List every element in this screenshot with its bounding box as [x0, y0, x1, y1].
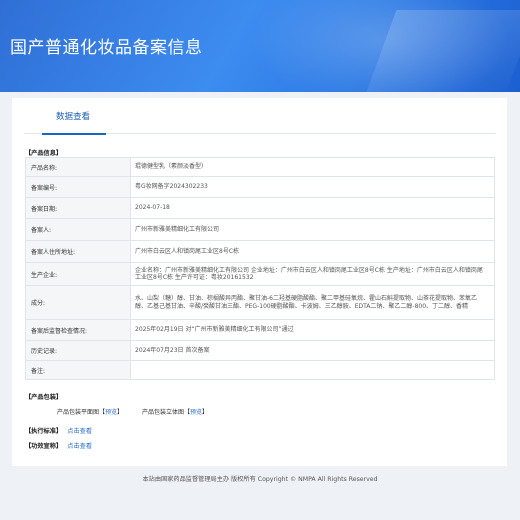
- table-row: 成分: 水、山梨（糖）醇、甘油、棕榈酸异丙酯、聚甘油-6二羟基硬脂酸酯、聚二甲基…: [25, 285, 495, 320]
- row-value: 2025年02月19日 对“广州市新雅美精细化工有限公司”通过: [130, 319, 495, 341]
- packaging-flat-preview-link[interactable]: 预览: [105, 409, 117, 416]
- footer-copyright: 本站由国家药品监督管理局主办 版权所有 Copyright © NMPA All…: [142, 476, 378, 483]
- tab-bar: 数据查看: [24, 110, 496, 135]
- table-row: 历史记录: 2024年07月23日 首次备案: [25, 340, 495, 361]
- table-row: 备案后监督检查情况: 2025年02月19日 对“广州市新雅美精细化工有限公司”…: [25, 319, 495, 341]
- table-row: 产品名称: 琨德健型乳（素颜淡香型）: [25, 157, 495, 177]
- row-value: 2024年07月23日 首次备案: [130, 340, 495, 361]
- row-key: 产品名称:: [25, 157, 131, 177]
- section-title-efficacy: 【功效宣称】: [25, 443, 63, 450]
- efficacy-view-link[interactable]: 点击查看: [67, 443, 92, 450]
- table-row: 备案日期: 2024-07-18: [25, 197, 495, 219]
- row-key: 历史记录:: [25, 340, 131, 361]
- table-row: 备注:: [25, 360, 495, 380]
- row-key: 备案日期:: [25, 197, 131, 219]
- standard-view-link[interactable]: 点击查看: [67, 428, 92, 435]
- content-card: 数据查看 【产品信息】 产品名称: 琨德健型乳（素颜淡香型） 备案编号: 粤G妆…: [12, 98, 507, 466]
- row-value: 水、山梨（糖）醇、甘油、棕榈酸异丙酯、聚甘油-6二羟基硬脂酸酯、聚二甲基硅氧烷、…: [130, 285, 495, 320]
- section-title-standard: 【执行标准】: [25, 428, 63, 435]
- row-value: [130, 360, 495, 380]
- row-value: 企业名称：广州市新雅美精细化工有限公司 企业地址：广州市白云区人和镇岗尾工业区8…: [130, 262, 495, 286]
- row-key: 备案后监督检查情况:: [25, 319, 131, 341]
- packaging-solid-label: 产品包装立体图: [142, 409, 185, 416]
- row-value: 广州市白云区人和镇岗尾工业区8号C栋: [130, 240, 495, 263]
- row-key: 成分:: [25, 285, 131, 320]
- row-key: 备案编号:: [25, 176, 131, 198]
- product-info-table: 产品名称: 琨德健型乳（素颜淡香型） 备案编号: 粤G妆网备字202430223…: [25, 157, 495, 380]
- section-standard: 【执行标准】 点击查看: [25, 426, 92, 435]
- table-row: 备案人: 广州市新雅美精细化工有限公司: [25, 218, 495, 241]
- row-key: 备案人:: [25, 218, 131, 241]
- table-row: 备案人住所地址: 广州市白云区人和镇岗尾工业区8号C栋: [25, 240, 495, 263]
- row-value: 琨德健型乳（素颜淡香型）: [130, 157, 495, 177]
- packaging-solid-item: 产品包装立体图【预览】: [142, 409, 209, 416]
- header-banner: 国产普通化妆品备案信息: [0, 0, 520, 92]
- packaging-flat-label: 产品包装平面图: [57, 409, 100, 416]
- tab-data-view[interactable]: 数据查看: [42, 110, 106, 135]
- packaging-solid-preview-link[interactable]: 预览: [190, 409, 202, 416]
- packaging-flat-item: 产品包装平面图【预览】: [57, 409, 124, 416]
- page-title: 国产普通化妆品备案信息: [10, 38, 203, 58]
- table-row: 生产企业: 企业名称：广州市新雅美精细化工有限公司 企业地址：广州市白云区人和镇…: [25, 262, 495, 286]
- row-key: 备案人住所地址:: [25, 240, 131, 263]
- section-title-product-info: 【产品信息】: [25, 150, 63, 157]
- table-row: 备案编号: 粤G妆网备字2024302233: [25, 176, 495, 198]
- row-key: 生产企业:: [25, 262, 131, 286]
- section-title-packaging: 【产品包装】: [25, 394, 63, 401]
- row-key: 备注:: [25, 360, 131, 380]
- section-efficacy: 【功效宣称】 点击查看: [25, 441, 92, 450]
- row-value: 粤G妆网备字2024302233: [130, 176, 495, 198]
- row-value: 广州市新雅美精细化工有限公司: [130, 218, 495, 241]
- row-value: 2024-07-18: [130, 197, 495, 219]
